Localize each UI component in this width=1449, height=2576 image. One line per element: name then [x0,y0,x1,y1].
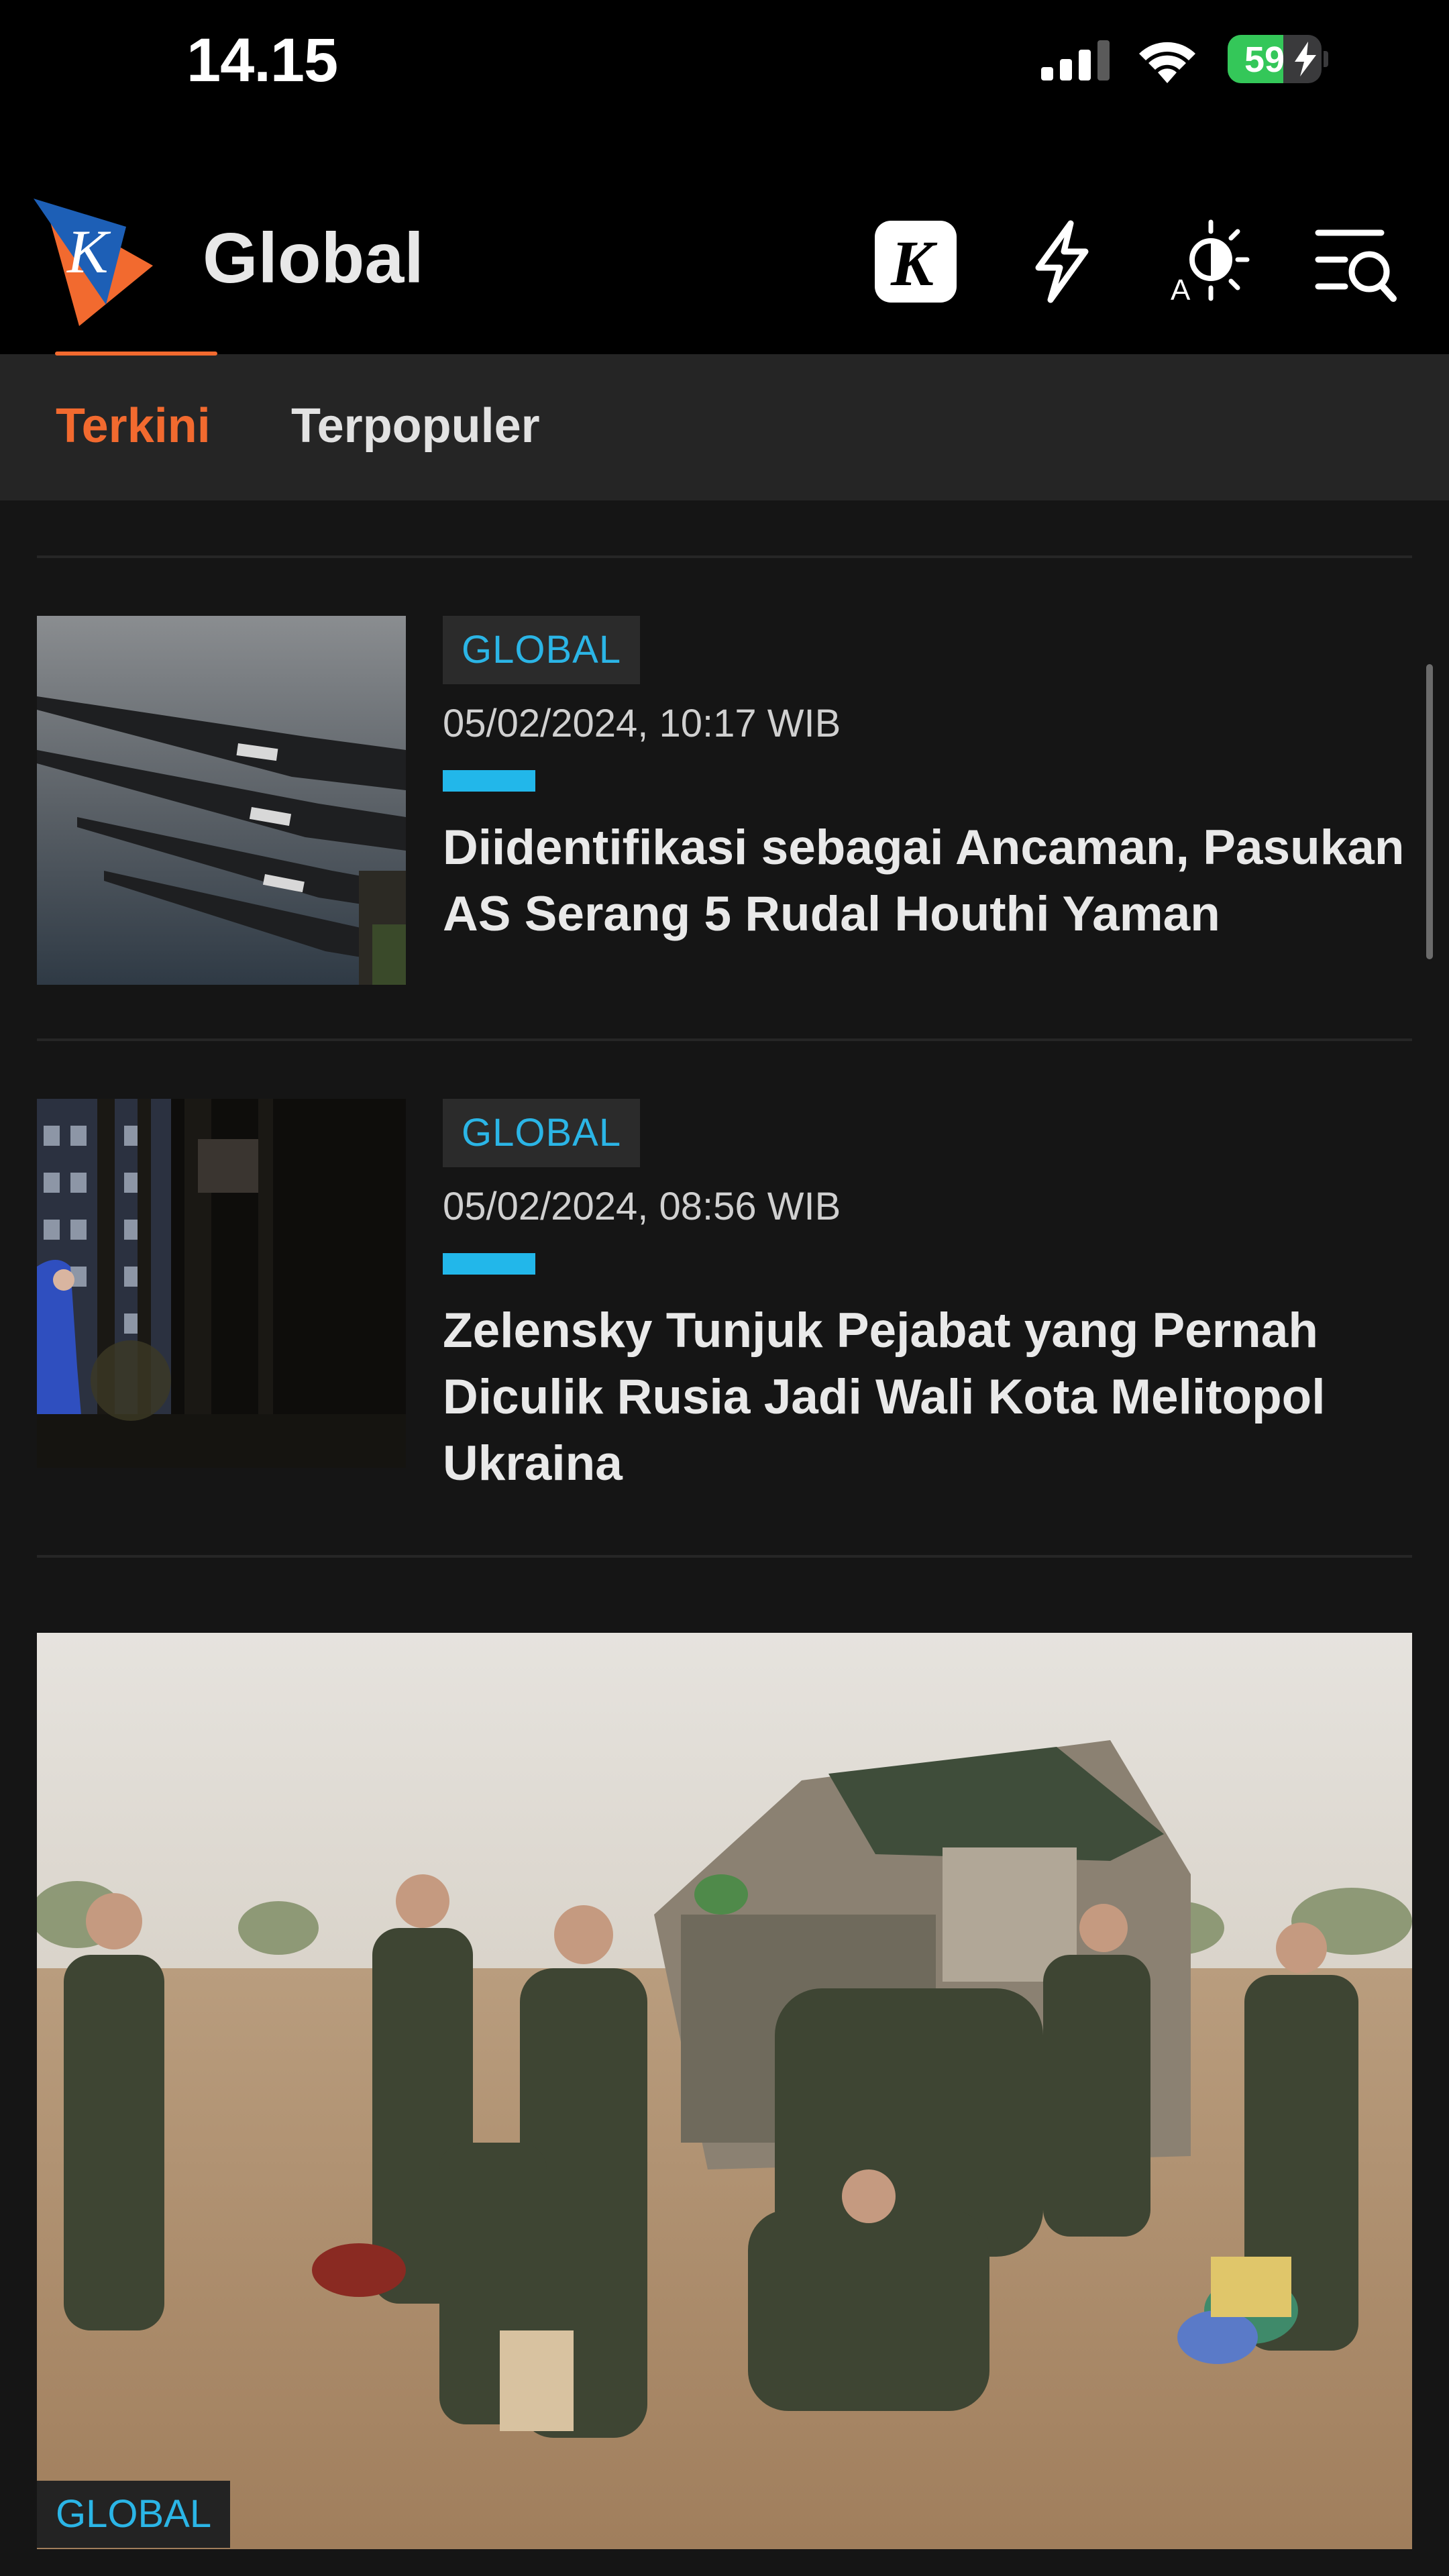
k-logo-icon[interactable]: K [872,218,959,305]
page-title: Global [203,219,424,298]
article-date: 05/02/2024, 10:17 WIB [443,702,841,745]
cellular-signal-icon [1041,40,1110,80]
tab-active-indicator [55,352,217,356]
hero-article-image[interactable] [37,1633,1412,2549]
article-headline[interactable]: Zelensky Tunjuk Pejabat yang Pernah Dicu… [443,1297,1409,1497]
battery-percent: 59 [1244,40,1285,80]
svg-text:K: K [890,227,938,299]
menu-search-icon[interactable] [1311,218,1399,305]
status-bar: 14.15 59 [0,0,1449,127]
accent-bar [443,770,535,792]
wifi-icon [1139,42,1195,83]
brightness-icon[interactable]: A [1164,218,1251,305]
battery-charging-icon: 59 [1228,35,1328,83]
svg-text:K: K [66,217,111,286]
divider [37,555,1412,558]
tab-terkini[interactable]: Terkini [56,398,211,453]
article-thumbnail[interactable] [37,1099,406,1468]
scrollbar[interactable] [1426,664,1433,959]
bolt-icon [1295,42,1316,76]
article-thumbnail[interactable] [37,616,406,985]
tab-bar [0,354,1449,500]
lightning-icon[interactable] [1018,218,1106,305]
accent-bar [443,1253,535,1275]
status-time: 14.15 [186,26,338,95]
category-badge[interactable]: GLOBAL [443,1099,641,1167]
svg-text:A: A [1171,274,1191,305]
article-date: 05/02/2024, 08:56 WIB [443,1185,841,1228]
tab-terpopuler[interactable]: Terpopuler [291,398,540,453]
kompas-logo-icon[interactable]: K [25,192,160,333]
category-badge[interactable]: GLOBAL [443,616,641,684]
divider [37,1555,1412,1558]
article-headline[interactable]: Diidentifikasi sebagai Ancaman, Pasukan … [443,814,1409,947]
category-badge[interactable]: GLOBAL [37,2481,231,2548]
divider [37,1038,1412,1041]
